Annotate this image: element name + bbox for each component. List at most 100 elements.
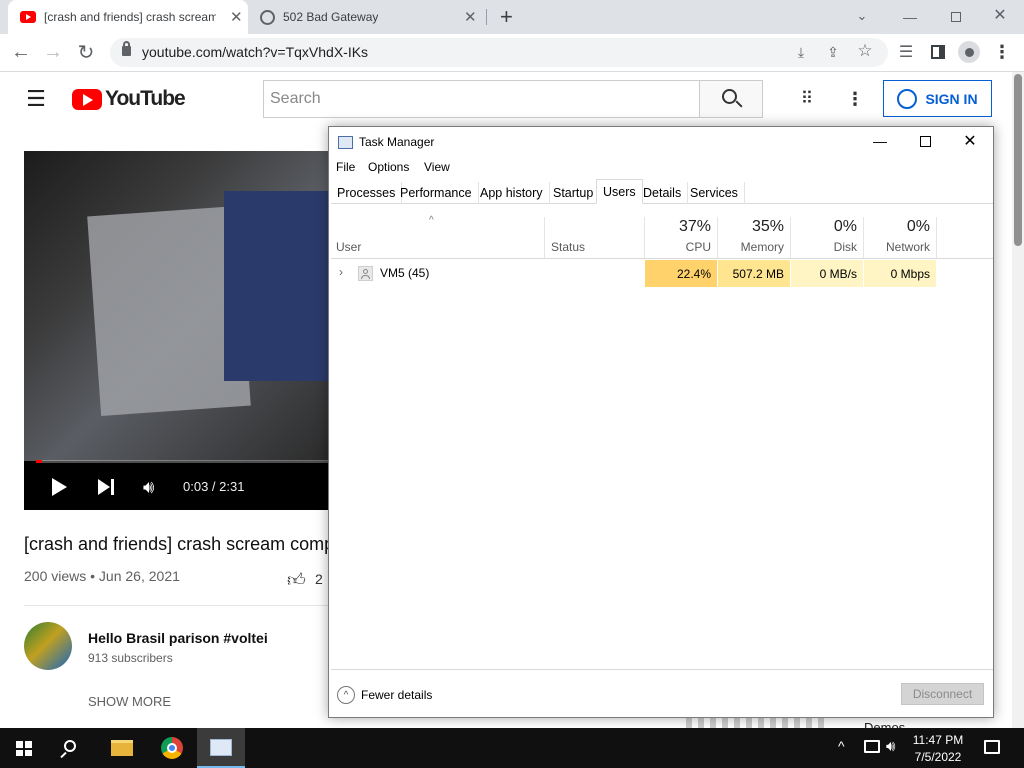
- notification-icon[interactable]: [984, 740, 1000, 754]
- divider: [24, 605, 330, 606]
- channel-name[interactable]: Hello Brasil parison #voltei: [88, 630, 268, 646]
- column-divider: [544, 217, 545, 259]
- thumbs-up-icon[interactable]: 👍︎: [287, 569, 307, 590]
- speaker-icon[interactable]: 🔊︎: [886, 738, 895, 755]
- tab-bad-gateway[interactable]: 502 Bad Gateway ✕: [250, 0, 490, 34]
- clock-date[interactable]: 7/5/2022: [906, 750, 970, 764]
- menu-view[interactable]: View: [424, 160, 450, 174]
- youtube-play-logo-icon: [72, 88, 102, 110]
- tab-youtube[interactable]: [crash and friends] crash scream ✕: [8, 0, 248, 34]
- memory-cell: 507.2 MB: [718, 260, 790, 287]
- more-menu-icon[interactable]: ⋮: [992, 41, 1012, 63]
- video-progress-track[interactable]: [36, 460, 330, 463]
- tab-startup[interactable]: Startup: [547, 182, 601, 204]
- tab-divider: [486, 9, 487, 25]
- profile-avatar-icon[interactable]: [958, 41, 980, 63]
- tab-details[interactable]: Details: [637, 182, 689, 204]
- chevron-up-icon[interactable]: ^: [838, 738, 845, 754]
- share-icon[interactable]: ⇪: [823, 42, 843, 62]
- search-input[interactable]: Search: [263, 80, 700, 118]
- task-manager-taskbar-button[interactable]: [197, 728, 245, 768]
- youtube-favicon-icon: [20, 11, 36, 23]
- install-icon[interactable]: ⤓: [791, 42, 811, 62]
- tab-users[interactable]: Users: [596, 179, 643, 204]
- column-disk[interactable]: Disk: [791, 240, 857, 254]
- column-network[interactable]: Network: [864, 240, 930, 254]
- search-button[interactable]: [699, 80, 763, 118]
- close-icon[interactable]: ✕: [959, 130, 981, 152]
- page-scrollbar[interactable]: [1012, 72, 1024, 728]
- column-memory[interactable]: Memory: [718, 240, 784, 254]
- user-name: VM5 (45): [380, 266, 430, 280]
- file-explorer-icon[interactable]: [111, 740, 133, 756]
- window-title: Task Manager: [359, 135, 435, 149]
- cpu-total: 37%: [678, 218, 711, 235]
- video-frame-screen: [224, 191, 330, 381]
- like-count: 2: [315, 571, 323, 587]
- clock-time[interactable]: 11:47 PM: [906, 733, 970, 747]
- task-manager-window: Task Manager — ✕ File Options View Proce…: [328, 126, 994, 718]
- video-player[interactable]: 🔊︎ 0:03 / 2:31: [24, 151, 330, 510]
- menu-options[interactable]: Options: [368, 160, 409, 174]
- disconnect-button[interactable]: Disconnect: [901, 683, 984, 705]
- play-icon[interactable]: [52, 478, 67, 496]
- video-title: [crash and friends] crash scream comp: [24, 534, 334, 554]
- media-queue-icon[interactable]: ☰: [896, 42, 916, 62]
- minimize-icon[interactable]: —: [869, 131, 891, 151]
- search-icon-handle: [60, 751, 67, 759]
- reload-icon[interactable]: ↻: [75, 41, 97, 64]
- close-tab-icon[interactable]: ✕: [230, 8, 243, 26]
- restore-icon[interactable]: [946, 7, 966, 27]
- sort-ascending-icon: ^: [429, 215, 434, 226]
- fewer-details-label: Fewer details: [361, 688, 433, 702]
- chevron-up-circle-icon: ^: [337, 686, 355, 704]
- tab-processes[interactable]: Processes: [331, 182, 403, 204]
- chrome-icon[interactable]: [161, 737, 183, 759]
- youtube-header: ☰ YouTube Search ⠿ ⋮ SIGN IN: [0, 72, 1024, 126]
- next-icon[interactable]: [98, 479, 116, 497]
- volume-icon[interactable]: 🔊︎: [143, 477, 154, 498]
- chevron-down-icon[interactable]: ⌄: [852, 6, 872, 26]
- header-divider: [331, 258, 993, 259]
- back-icon[interactable]: ←: [10, 41, 32, 63]
- hamburger-menu-icon[interactable]: ☰: [24, 86, 48, 111]
- video-progress-fill: [36, 460, 42, 463]
- address-bar[interactable]: youtube.com/watch?v=TqxVhdX-IKs ⤓ ⇪ ☆: [110, 38, 888, 67]
- sign-in-button[interactable]: SIGN IN: [883, 80, 992, 117]
- video-time: 0:03 / 2:31: [183, 479, 245, 494]
- task-manager-icon: [210, 739, 232, 756]
- youtube-logo[interactable]: YouTube: [72, 87, 186, 111]
- forward-icon[interactable]: →: [42, 41, 64, 63]
- settings-more-icon[interactable]: ⋮: [845, 88, 865, 110]
- bookmark-star-icon[interactable]: ☆: [855, 41, 875, 61]
- channel-avatar[interactable]: [24, 622, 72, 670]
- expand-chevron-icon[interactable]: ›: [339, 265, 343, 279]
- apps-grid-icon[interactable]: ⠿: [796, 89, 818, 109]
- fewer-details-button[interactable]: ^ Fewer details: [337, 685, 432, 705]
- url-text: youtube.com/watch?v=TqxVhdX-IKs: [142, 44, 369, 60]
- column-status[interactable]: Status: [551, 240, 585, 254]
- scrollbar-thumb[interactable]: [1014, 74, 1022, 246]
- menu-file[interactable]: File: [336, 160, 355, 174]
- minimize-icon[interactable]: —: [900, 7, 920, 27]
- tab-performance[interactable]: Performance: [394, 182, 479, 204]
- side-panel-icon[interactable]: [928, 42, 948, 62]
- maximize-icon[interactable]: [914, 131, 936, 151]
- windows-start-icon[interactable]: [16, 741, 32, 756]
- show-more-button[interactable]: SHOW MORE: [88, 694, 171, 709]
- column-cpu[interactable]: CPU: [645, 240, 711, 254]
- network-icon[interactable]: [864, 740, 880, 753]
- memory-total: 35%: [751, 218, 784, 235]
- tab-services[interactable]: Services: [684, 182, 745, 204]
- related-title[interactable]: Demos: [864, 719, 905, 728]
- new-tab-button[interactable]: +: [500, 4, 513, 30]
- close-tab-icon[interactable]: ✕: [464, 8, 477, 26]
- sign-in-label: SIGN IN: [925, 90, 978, 107]
- tab-title: [crash and friends] crash scream: [44, 10, 216, 24]
- search-icon[interactable]: [64, 740, 76, 752]
- tab-app-history[interactable]: App history: [474, 182, 550, 204]
- close-window-icon[interactable]: ✕: [990, 5, 1010, 25]
- related-thumbnail[interactable]: [686, 718, 826, 728]
- column-user[interactable]: User: [336, 240, 361, 254]
- subscriber-count: 913 subscribers: [88, 651, 173, 665]
